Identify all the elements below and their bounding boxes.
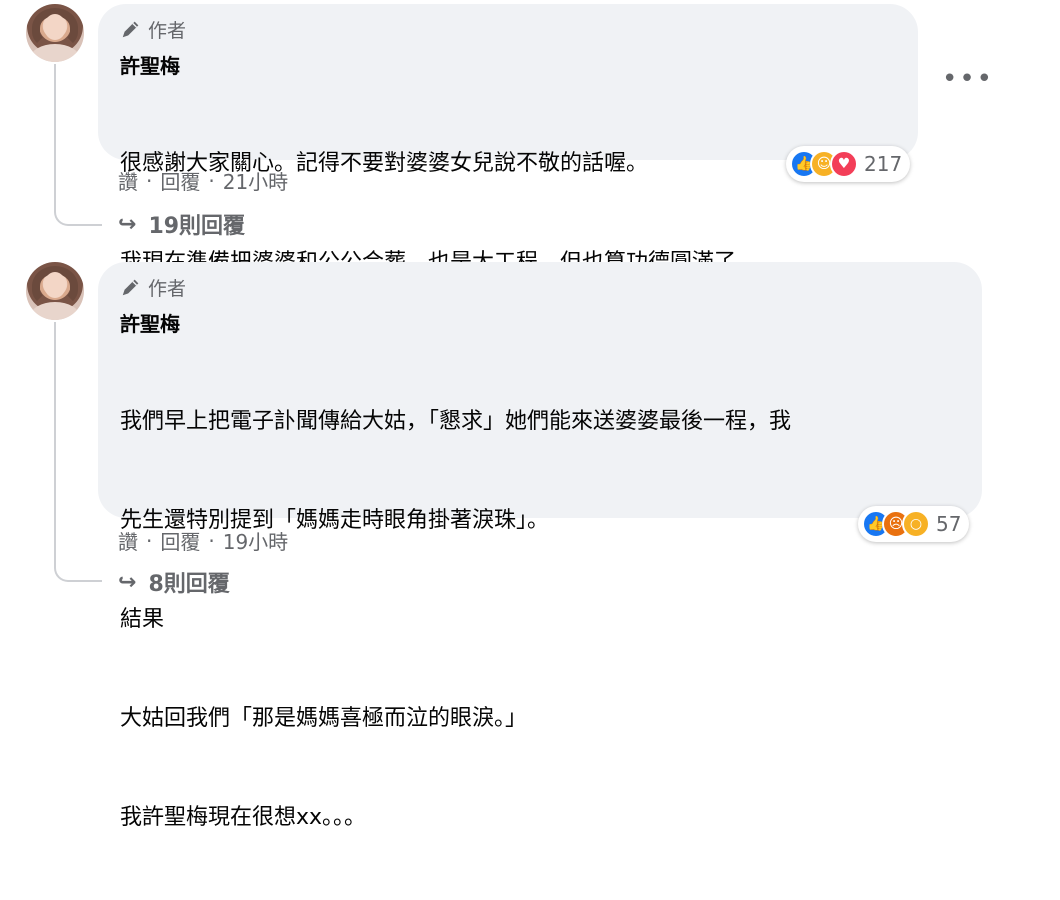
separator-dot: ·	[146, 168, 153, 193]
reply-arrow-icon: ↪	[118, 569, 137, 595]
author-badge: 作者	[120, 16, 896, 42]
pencil-icon	[122, 21, 139, 38]
wow-reaction-icon: ○	[902, 510, 930, 538]
comment-line: 我們早上把電子訃聞傳給大姑，「懇求」她們能來送婆婆最後一程，我	[120, 409, 792, 434]
reaction-count: 217	[864, 152, 903, 176]
comment-text: 我們早上把電子訃聞傳給大姑，「懇求」她們能來送婆婆最後一程，我 先生還特別提到「…	[120, 339, 960, 900]
comment-line: 我許聖梅現在很想xx。。。	[120, 805, 367, 830]
thread-line	[54, 322, 102, 582]
comment-bubble: 作者 許聖梅 我們早上把電子訃聞傳給大姑，「懇求」她們能來送婆婆最後一程，我 先…	[98, 262, 982, 830]
comment-actions: 讚 · 回覆 · 21小時	[118, 166, 288, 195]
author-badge: 作者	[120, 274, 960, 300]
like-button[interactable]: 讚	[118, 526, 138, 555]
replies-count: 19則回覆	[148, 214, 246, 239]
comment-author[interactable]: 許聖梅	[120, 50, 896, 79]
separator-dot: ·	[146, 528, 153, 553]
reply-button[interactable]: 回覆	[160, 166, 200, 195]
like-button[interactable]: 讚	[118, 166, 138, 195]
separator-dot: ·	[208, 528, 215, 553]
comment-author[interactable]: 許聖梅	[120, 308, 960, 337]
love-reaction-icon: ♥	[830, 150, 858, 178]
replies-count: 8則回覆	[148, 572, 230, 597]
comment-line: 結果	[120, 607, 165, 632]
reaction-summary[interactable]: 👍 ☹ ○ 57	[858, 506, 970, 542]
comment-line: 大姑回我們「那是媽媽喜極而泣的眼淚。」	[120, 706, 528, 731]
author-badge-label: 作者	[148, 277, 187, 300]
reaction-summary[interactable]: 👍 ☺ ♥ 217	[786, 146, 911, 182]
separator-dot: ·	[208, 168, 215, 193]
author-badge-label: 作者	[148, 19, 187, 42]
view-replies-button[interactable]: ↪ 8則回覆	[118, 566, 230, 598]
timestamp[interactable]: 21小時	[223, 166, 288, 195]
thread-line	[54, 64, 102, 226]
more-options-icon[interactable]: •••	[942, 64, 994, 94]
view-replies-button[interactable]: ↪ 19則回覆	[118, 208, 245, 240]
reaction-count: 57	[936, 512, 962, 536]
pencil-icon	[122, 279, 139, 296]
avatar[interactable]	[26, 4, 84, 62]
comment-actions: 讚 · 回覆 · 19小時	[118, 526, 288, 555]
reply-button[interactable]: 回覆	[160, 526, 200, 555]
avatar[interactable]	[26, 262, 84, 320]
reply-arrow-icon: ↪	[118, 211, 137, 237]
comment-bubble: 作者 許聖梅 很感謝大家關心。記得不要對婆婆女兒說不敬的話喔。 我現在準備把婆婆…	[98, 4, 918, 275]
timestamp[interactable]: 19小時	[223, 526, 288, 555]
